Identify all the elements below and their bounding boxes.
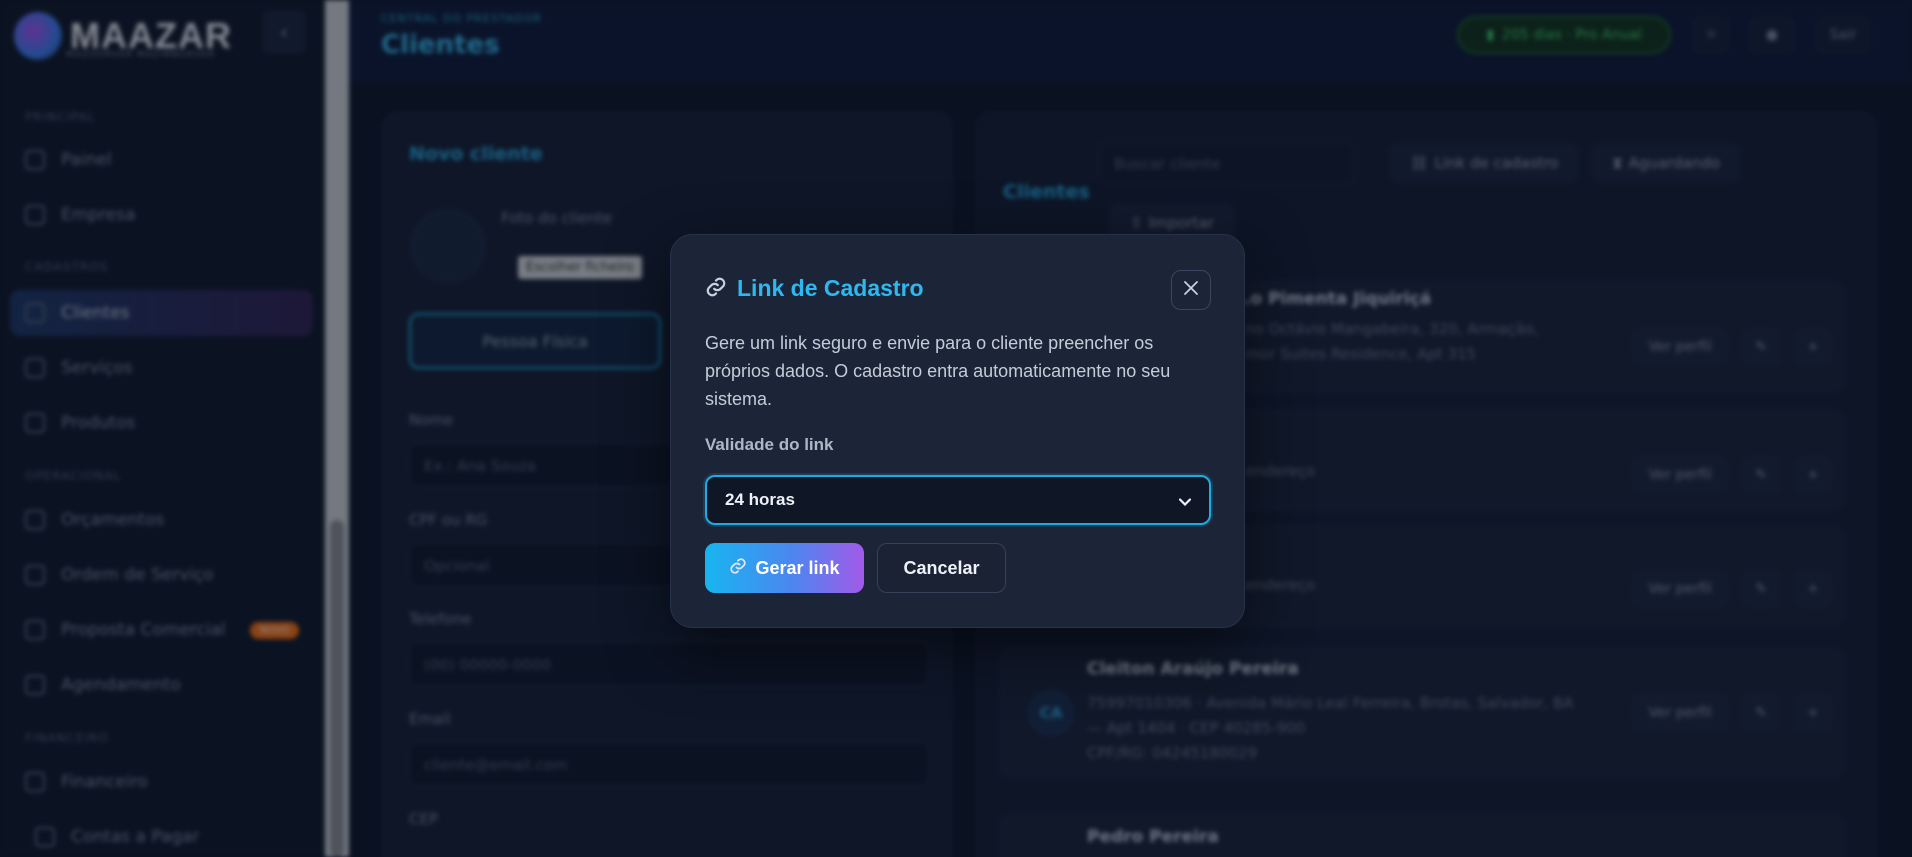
cancel-button[interactable]: Cancelar [877, 543, 1006, 593]
modal-title-text: Link de Cadastro [737, 275, 924, 301]
close-icon [1183, 280, 1199, 300]
link-icon [729, 557, 747, 579]
link-icon [705, 276, 727, 302]
modal-title: Link de Cadastro [705, 275, 924, 302]
cancel-label: Cancelar [903, 557, 980, 578]
generate-link-button[interactable]: Gerar link [705, 543, 864, 593]
chevron-down-icon [1178, 491, 1192, 510]
generate-link-label: Gerar link [755, 557, 840, 578]
registration-link-modal: Link de Cadastro Gere um link seguro e e… [670, 234, 1245, 628]
validity-value: 24 horas [725, 490, 795, 509]
close-modal-button[interactable] [1171, 270, 1211, 310]
validity-label: Validade do link [705, 435, 834, 454]
modal-description: Gere um link seguro e envie para o clien… [705, 333, 1171, 409]
validity-select[interactable]: 24 horas [705, 475, 1211, 525]
